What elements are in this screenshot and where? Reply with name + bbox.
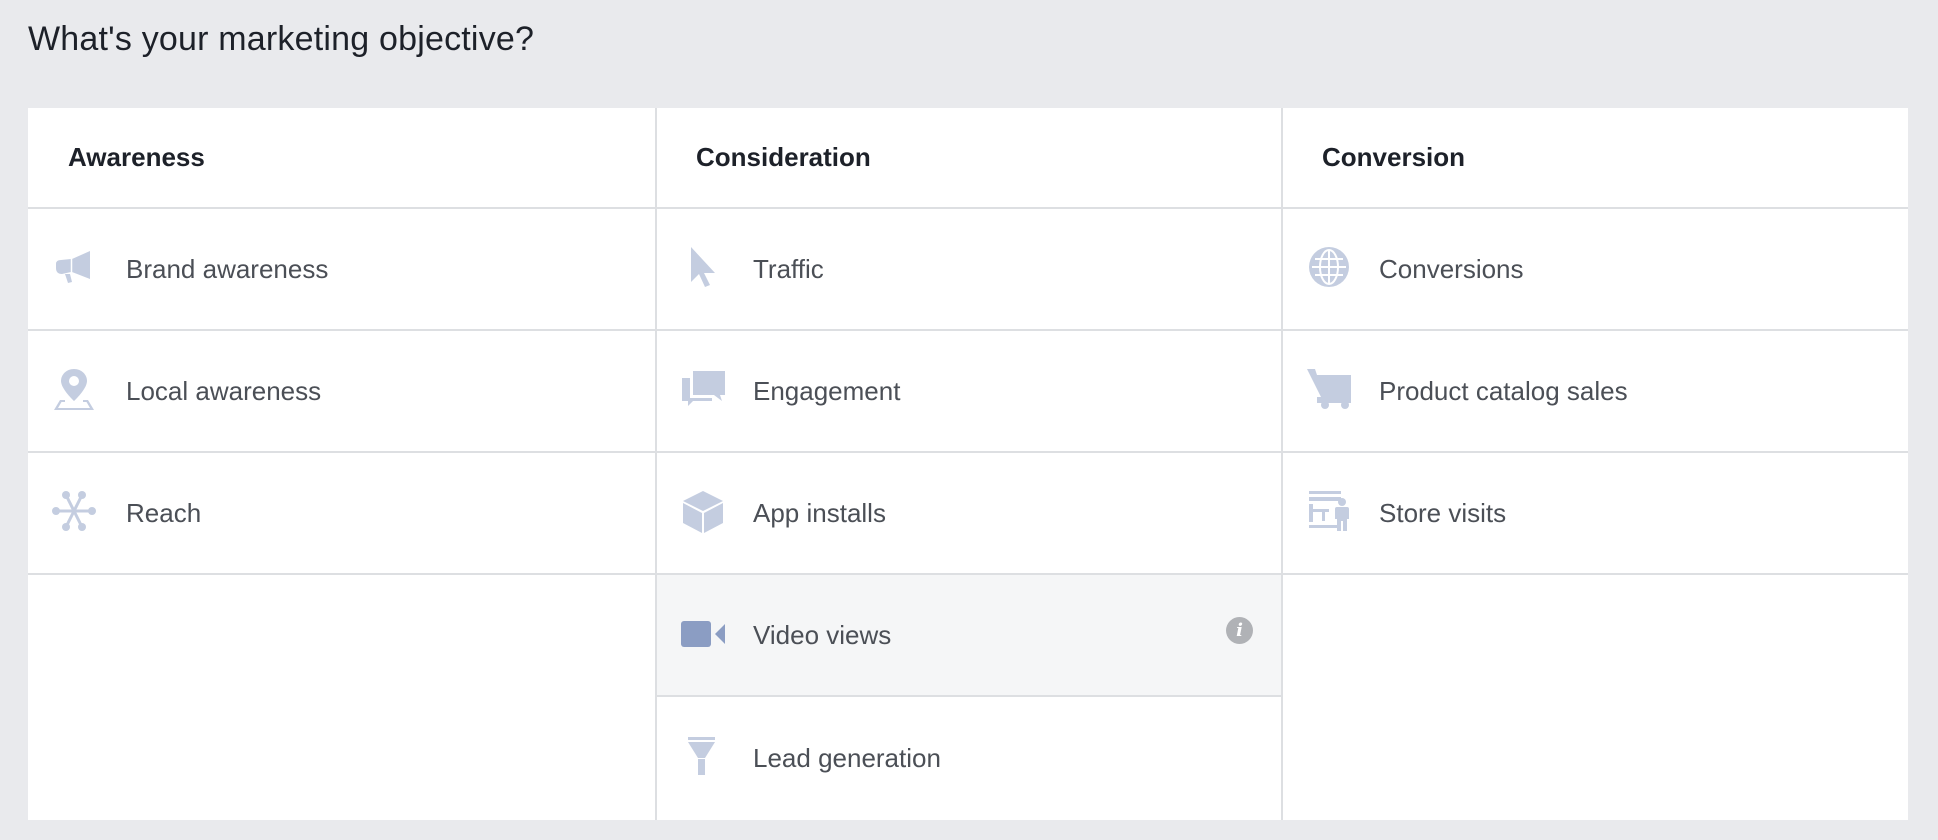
video-camera-icon <box>681 611 725 655</box>
globe-icon <box>1307 245 1351 289</box>
objective-panel: Awareness Brand awareness Local awarenes… <box>28 108 1908 820</box>
objective-product-catalog-sales[interactable]: Product catalog sales <box>1283 331 1908 453</box>
objective-app-installs[interactable]: App installs <box>657 453 1281 575</box>
reach-network-icon <box>52 489 96 533</box>
megaphone-icon <box>52 245 96 289</box>
objective-engagement[interactable]: Engagement <box>657 331 1281 453</box>
shopping-cart-icon <box>1307 367 1351 411</box>
column-awareness: Awareness Brand awareness Local awarenes… <box>28 108 655 820</box>
objective-label: Video views <box>753 619 892 650</box>
page-title: What's your marketing objective? <box>28 20 535 58</box>
chat-bubbles-icon <box>681 367 725 411</box>
column-heading-conversion: Conversion <box>1283 108 1908 209</box>
column-heading-consideration: Consideration <box>657 108 1281 209</box>
objective-label: Local awareness <box>126 375 322 406</box>
cube-box-icon <box>681 489 725 533</box>
objective-label: Brand awareness <box>126 253 329 284</box>
objective-label: Traffic <box>753 253 824 284</box>
objective-conversions[interactable]: Conversions <box>1283 209 1908 331</box>
objective-label: Reach <box>126 497 202 528</box>
objective-label: Product catalog sales <box>1379 375 1628 406</box>
objective-label: Store visits <box>1379 497 1507 528</box>
objective-traffic[interactable]: Traffic <box>657 209 1281 331</box>
map-pin-icon <box>52 367 96 411</box>
objective-video-views[interactable]: Video views i <box>657 575 1281 697</box>
objective-label: Engagement <box>753 375 901 406</box>
objective-label: App installs <box>753 497 886 528</box>
column-conversion: Conversion Conversions Product catalog s… <box>1281 108 1908 820</box>
objective-brand-awareness[interactable]: Brand awareness <box>28 209 655 331</box>
cursor-arrow-icon <box>681 245 725 289</box>
objective-label: Conversions <box>1379 253 1524 284</box>
store-visit-icon <box>1307 489 1351 533</box>
objective-label: Lead generation <box>753 742 941 773</box>
column-heading-awareness: Awareness <box>28 108 655 209</box>
objective-reach[interactable]: Reach <box>28 453 655 575</box>
column-consideration: Consideration Traffic Engagement App ins… <box>655 108 1281 820</box>
objective-local-awareness[interactable]: Local awareness <box>28 331 655 453</box>
funnel-icon <box>681 734 725 778</box>
objective-lead-generation[interactable]: Lead generation <box>657 697 1281 819</box>
objective-store-visits[interactable]: Store visits <box>1283 453 1908 575</box>
info-icon[interactable]: i <box>1226 617 1253 644</box>
